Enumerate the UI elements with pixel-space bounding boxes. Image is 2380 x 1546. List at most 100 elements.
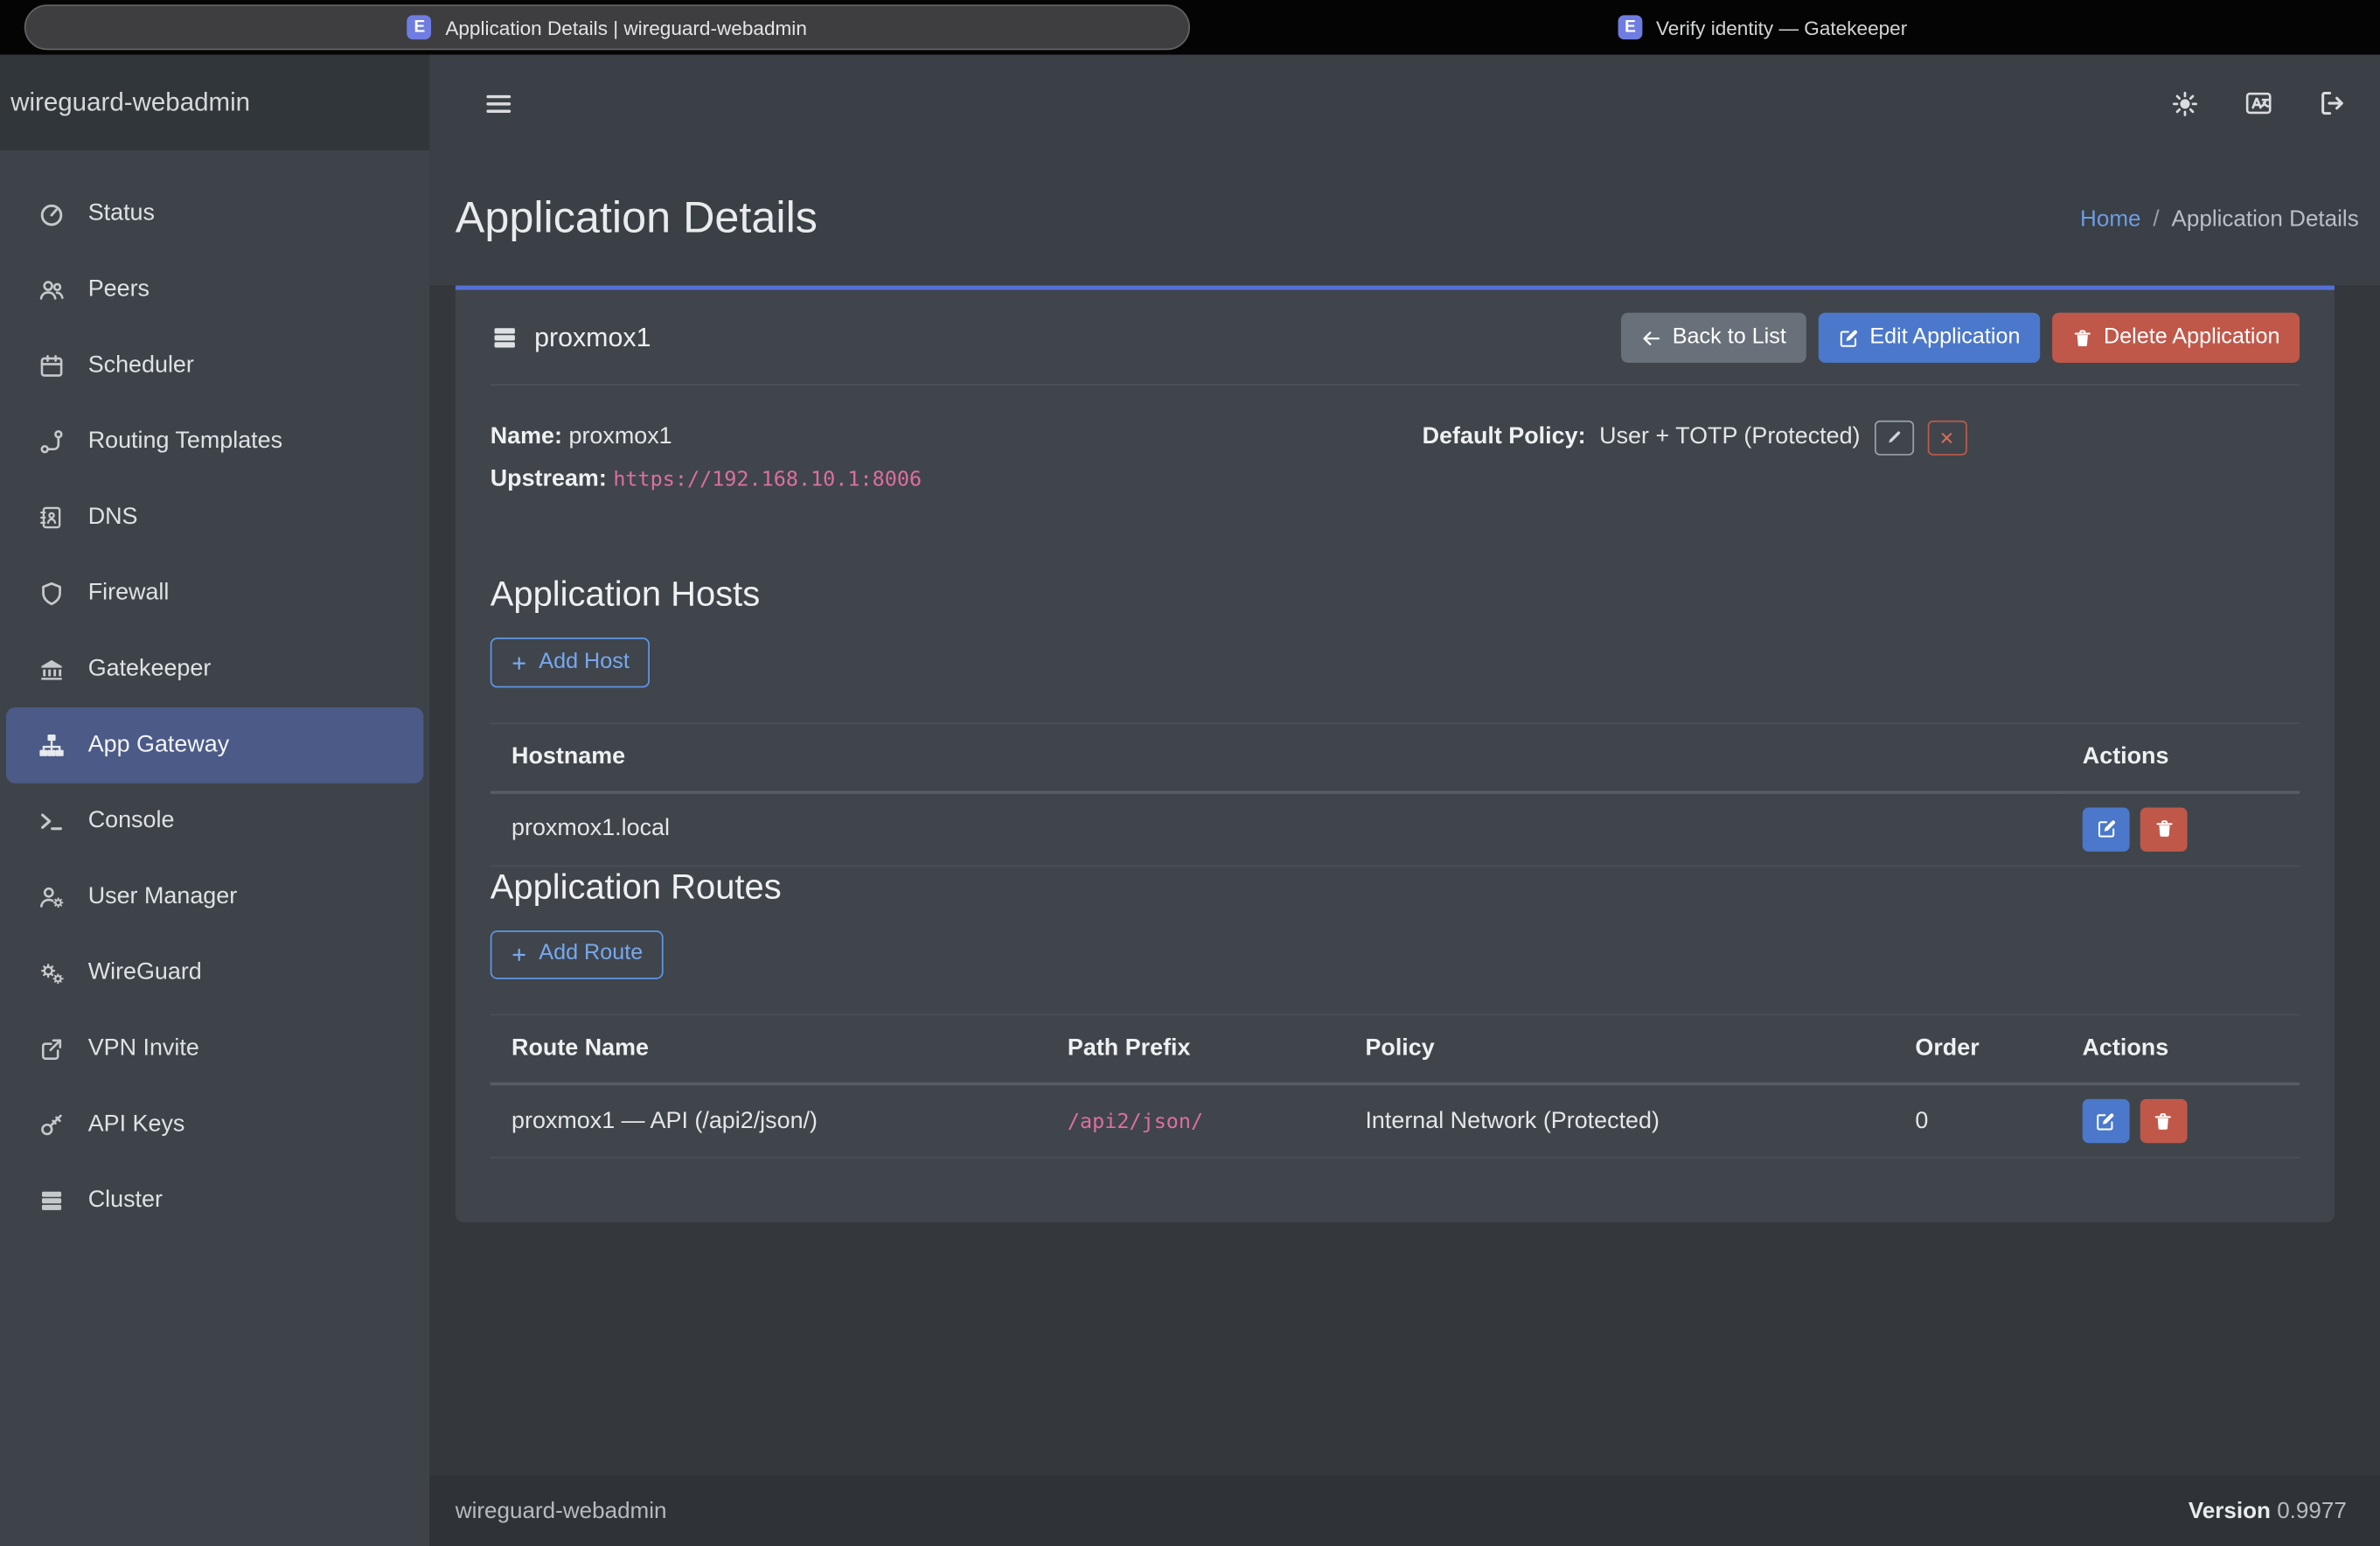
theme-toggle-button[interactable] — [2170, 89, 2199, 118]
arrow-left-icon — [1640, 327, 1661, 348]
actions-cell — [2061, 792, 2300, 866]
sidebar-item-gatekeeper[interactable]: Gatekeeper — [6, 631, 423, 707]
sidebar-item-label: Firewall — [88, 580, 170, 607]
site-favicon: E — [407, 15, 432, 39]
sidebar-item-label: VPN Invite — [88, 1035, 199, 1062]
button-label: Delete Application — [2104, 325, 2280, 352]
hosts-section-heading: Application Hosts — [491, 575, 2300, 616]
user-gear-icon — [35, 883, 68, 910]
hostname-column-header: Hostname — [491, 723, 2062, 792]
sidebar-item-label: App Gateway — [88, 732, 230, 759]
order-column-header: Order — [1894, 1015, 2061, 1084]
version-value: 0.9977 — [2277, 1498, 2347, 1524]
server-icon — [35, 1187, 68, 1215]
language-button[interactable] — [2244, 88, 2274, 119]
order-cell: 0 — [1894, 1084, 2061, 1158]
edit-host-button[interactable] — [2083, 807, 2130, 851]
card-body: Name: proxmox1 Upstream: https://192.168… — [491, 386, 2300, 1159]
sidebar-item-label: Peers — [88, 276, 150, 303]
delete-host-button[interactable] — [2140, 807, 2188, 851]
table-row: proxmox1 — API (/api2/json/) /api2/json/… — [491, 1084, 2300, 1158]
browser-tab-background[interactable]: E Verify identity — Gatekeeper — [1618, 0, 1908, 54]
card-header: proxmox1 Back to List Edit Application D… — [491, 290, 2300, 386]
screen: E Application Details | wireguard-webadm… — [0, 0, 2380, 1546]
sidebar-item-label: User Manager — [88, 883, 238, 910]
application-name: proxmox1 — [534, 322, 651, 353]
sidebar-item-peers[interactable]: Peers — [6, 252, 423, 328]
actions-cell — [2061, 1084, 2300, 1158]
breadcrumb: Home / Application Details — [2080, 205, 2359, 232]
route-name-column-header: Route Name — [491, 1015, 1047, 1084]
edit-icon — [2095, 1111, 2116, 1132]
button-label: Edit Application — [1869, 325, 2020, 352]
users-icon — [35, 276, 68, 303]
sidebar-item-status[interactable]: Status — [6, 176, 423, 252]
sidebar-item-firewall[interactable]: Firewall — [6, 555, 423, 631]
gears-icon — [35, 959, 68, 986]
sidebar-item-vpn-invite[interactable]: VPN Invite — [6, 1011, 423, 1087]
main-area: Application Details Home / Application D… — [429, 54, 2380, 1546]
footer-brand: wireguard-webadmin — [456, 1498, 667, 1524]
pencil-icon — [1885, 429, 1902, 446]
routes-section-heading: Application Routes — [491, 867, 2300, 908]
share-icon — [35, 1035, 68, 1062]
sidebar-item-user-manager[interactable]: User Manager — [6, 860, 423, 936]
edit-route-button[interactable] — [2082, 1099, 2129, 1143]
add-host-button[interactable]: Add Host — [491, 638, 650, 687]
sidebar-item-api-keys[interactable]: API Keys — [6, 1087, 423, 1163]
sidebar-nav: Status Peers Scheduler Routing Templates… — [0, 150, 429, 1239]
clear-policy-button[interactable] — [1927, 421, 1966, 456]
key-icon — [35, 1111, 68, 1139]
plus-icon — [510, 945, 528, 964]
sidebar-item-cluster[interactable]: Cluster — [6, 1163, 423, 1239]
breadcrumb-home-link[interactable]: Home — [2080, 205, 2140, 232]
sidebar-item-label: WireGuard — [88, 959, 202, 986]
gauge-icon — [35, 200, 68, 227]
delete-route-button[interactable] — [2140, 1099, 2187, 1143]
close-icon — [1938, 429, 1955, 446]
sidebar-item-label: Cluster — [88, 1187, 163, 1215]
edit-policy-button[interactable] — [1874, 421, 1913, 456]
site-favicon: E — [1618, 15, 1643, 39]
sidebar-item-wireguard[interactable]: WireGuard — [6, 935, 423, 1011]
logout-button[interactable] — [2318, 88, 2349, 119]
upstream-value: https://192.168.10.1:8006 — [613, 468, 922, 492]
footer-version: Version 0.9977 — [2189, 1498, 2347, 1524]
sidebar-item-label: Gatekeeper — [88, 656, 212, 683]
sidebar-item-routing-templates[interactable]: Routing Templates — [6, 404, 423, 480]
button-label: Add Host — [539, 650, 630, 676]
application-name-heading: proxmox1 — [491, 322, 651, 353]
menu-toggle-button[interactable] — [483, 87, 514, 119]
sidebar-item-dns[interactable]: DNS — [6, 480, 423, 556]
route-name-cell: proxmox1 — API (/api2/json/) — [491, 1084, 1047, 1158]
route-icon — [35, 428, 68, 456]
address-book-icon — [35, 504, 68, 531]
button-label: Back to List — [1673, 325, 1786, 352]
back-to-list-button[interactable]: Back to List — [1621, 313, 1806, 364]
path-prefix-value: /api2/json/ — [1068, 1109, 1203, 1133]
browser-tab-active[interactable]: E Application Details | wireguard-webadm… — [24, 4, 1190, 50]
sidebar-item-console[interactable]: Console — [6, 783, 423, 860]
add-route-button[interactable]: Add Route — [491, 930, 663, 979]
footer: wireguard-webadmin Version 0.9977 — [429, 1475, 2380, 1546]
sidebar-item-app-gateway[interactable]: App Gateway — [6, 707, 423, 783]
default-policy-value: User + TOTP (Protected) — [1599, 424, 1860, 451]
topbar-actions — [2170, 88, 2348, 119]
sidebar-item-scheduler[interactable]: Scheduler — [6, 328, 423, 404]
page-content: proxmox1 Back to List Edit Application D… — [429, 285, 2380, 1475]
plus-icon — [510, 653, 528, 672]
sidebar-item-label: API Keys — [88, 1111, 185, 1139]
top-navbar — [429, 54, 2380, 151]
name-label: Name: — [491, 424, 562, 450]
bank-icon — [35, 656, 68, 683]
actions-column-header: Actions — [2061, 723, 2300, 792]
sidebar-item-label: Scheduler — [88, 352, 194, 380]
app-brand: wireguard-webadmin — [0, 54, 429, 150]
delete-application-button[interactable]: Delete Application — [2052, 313, 2300, 364]
application-info: Name: proxmox1 Upstream: https://192.168… — [491, 416, 2300, 501]
edit-application-button[interactable]: Edit Application — [1818, 313, 2040, 364]
routes-table-header-row: Route Name Path Prefix Policy Order Acti… — [491, 1015, 2300, 1084]
page-title: Application Details — [456, 193, 818, 243]
edit-icon — [1838, 327, 1859, 348]
sitemap-icon — [35, 732, 68, 759]
